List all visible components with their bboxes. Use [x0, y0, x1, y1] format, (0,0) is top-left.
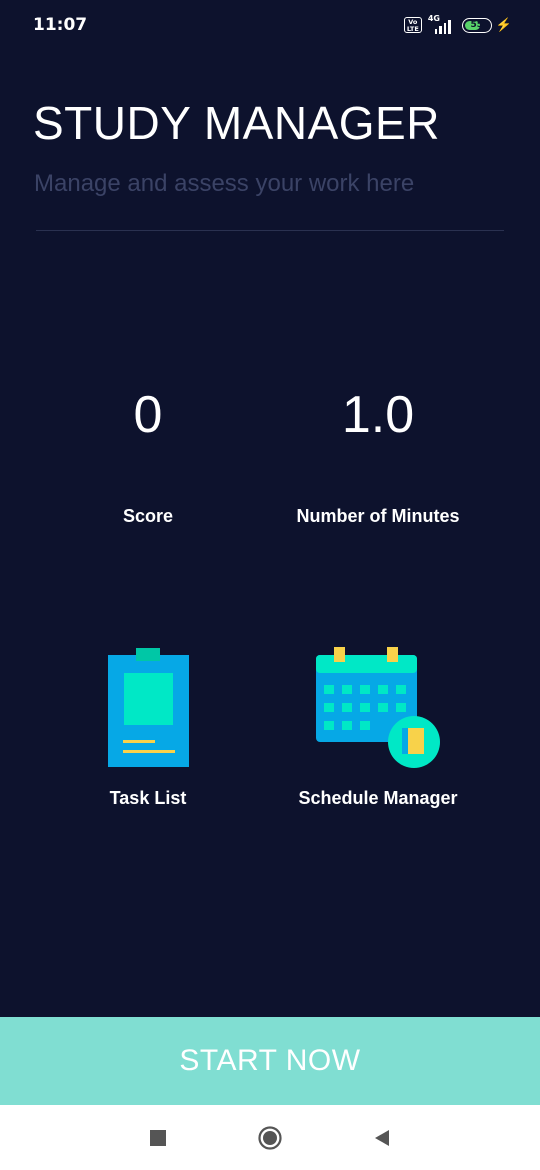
schedule-manager-button[interactable]: Schedule Manager — [258, 645, 498, 815]
clipboard-icon — [108, 648, 189, 767]
system-nav-bar — [0, 1105, 540, 1170]
start-now-button[interactable]: START NOW — [0, 1017, 540, 1105]
page-subtitle: Manage and assess your work here — [34, 170, 415, 197]
page-title: STUDY MANAGER — [33, 97, 440, 149]
square-icon — [150, 1130, 166, 1146]
charging-icon: ⚡ — [495, 17, 512, 32]
minutes-value: 1.0 — [341, 386, 415, 444]
minutes-label: Number of Minutes — [296, 506, 460, 526]
volte-icon: Vo LTE — [403, 17, 422, 33]
recent-apps-button[interactable] — [145, 1125, 171, 1151]
task-list-label: Task List — [109, 788, 187, 808]
triangle-back-icon — [375, 1130, 389, 1146]
score-label: Score — [122, 506, 174, 526]
task-list-button[interactable]: Task List — [28, 645, 268, 815]
start-now-label: START NOW — [179, 1044, 361, 1077]
battery-level: 55 — [470, 20, 484, 30]
status-icons: Vo LTE 4G 55 ⚡ — [403, 14, 512, 36]
circle-icon — [258, 1126, 282, 1150]
home-button[interactable] — [257, 1125, 283, 1151]
status-time: 11:07 — [33, 15, 88, 35]
back-button[interactable] — [369, 1125, 395, 1151]
score-value: 0 — [133, 386, 163, 444]
status-bar: 11:07 Vo LTE 4G 55 ⚡ — [0, 0, 540, 50]
schedule-manager-label: Schedule Manager — [298, 788, 458, 808]
header-divider — [36, 230, 504, 231]
signal-icon: 4G — [428, 14, 456, 34]
calendar-icon — [316, 647, 440, 768]
battery-icon: 55 — [461, 17, 492, 33]
